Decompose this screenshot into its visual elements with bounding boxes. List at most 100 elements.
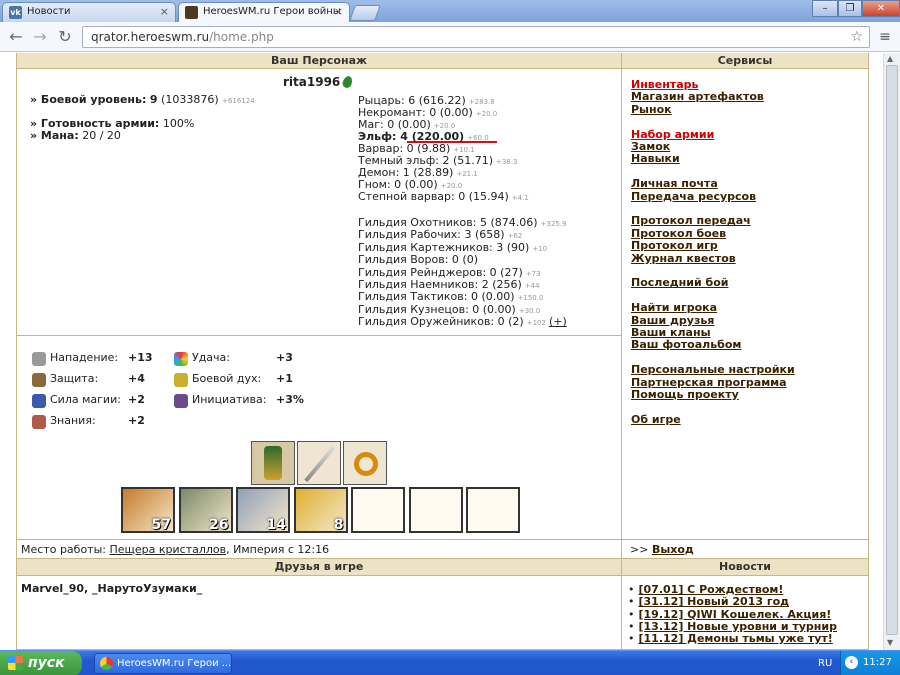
- service-link[interactable]: Последний бой: [631, 276, 728, 289]
- service-link[interactable]: Об игре: [631, 413, 681, 426]
- exit-link[interactable]: Выход: [652, 543, 694, 556]
- guild-row: Гильдия Картежников: 3 (90) +10: [358, 241, 547, 254]
- service-link[interactable]: Набор армии: [631, 128, 714, 141]
- elf-archer-creature[interactable]: 14: [236, 487, 290, 533]
- scrollbar-thumb[interactable]: [886, 65, 898, 635]
- service-link[interactable]: Магазин артефактов: [631, 90, 764, 103]
- service-link[interactable]: Найти игрока: [631, 301, 717, 314]
- amulet-slot[interactable]: [251, 441, 295, 485]
- service-link[interactable]: Передача ресурсов: [631, 190, 756, 203]
- url-path: /home.php: [209, 30, 274, 44]
- workplace-suffix: , Империя с 12:16: [226, 543, 330, 556]
- bullet-icon: •: [628, 595, 635, 609]
- guild-more-link[interactable]: (+): [549, 315, 567, 328]
- faction-delta: +20.0: [433, 122, 456, 130]
- combat-level-value: 9: [149, 93, 158, 106]
- bookmark-star-icon[interactable]: ☆: [850, 27, 863, 47]
- service-link[interactable]: Протокол боев: [631, 227, 726, 240]
- service-link[interactable]: Журнал квестов: [631, 252, 736, 265]
- close-tab-icon[interactable]: ×: [160, 3, 169, 21]
- druid-creature[interactable]: 26: [178, 487, 233, 533]
- back-arrow-icon[interactable]: ←: [6, 27, 26, 47]
- service-link[interactable]: Протокол игр: [631, 239, 718, 252]
- param-value: +3%: [276, 393, 304, 406]
- param-label: Боевой дух:: [192, 372, 262, 385]
- empty-slot[interactable]: [351, 487, 405, 533]
- empty-slot[interactable]: [466, 487, 520, 533]
- start-button[interactable]: пуск: [0, 651, 82, 675]
- empty-slot[interactable]: [408, 487, 463, 533]
- workplace-prefix: Место работы:: [21, 543, 106, 556]
- close-tab-icon[interactable]: ×: [334, 3, 343, 21]
- faction-delta: +21.1: [456, 170, 478, 178]
- character-name[interactable]: rita1996: [283, 75, 340, 89]
- menu-icon[interactable]: ≡: [877, 29, 893, 45]
- bullet-icon: •: [628, 619, 635, 633]
- guild-row: Гильдия Наемников: 2 (256) +44: [358, 278, 540, 291]
- weapon-slot[interactable]: [297, 441, 341, 485]
- guild-delta: +325.9: [540, 220, 567, 228]
- param-value: +1: [276, 372, 293, 385]
- news-link[interactable]: [31.12] Новый 2013 год: [639, 595, 790, 608]
- restore-button[interactable]: ❐: [838, 0, 862, 17]
- news-link[interactable]: [19.12] QIWI Кошелек. Акция!: [639, 608, 832, 621]
- navigation-bar: ← → ↻ qrator.heroeswm.ru/home.php ☆ ≡: [0, 22, 900, 52]
- tray-arrow-icon[interactable]: ‹: [845, 656, 858, 669]
- url-host: qrator.heroeswm.ru: [91, 30, 210, 44]
- friends-list[interactable]: Marvel_90, _НарутоУзумаки_: [21, 582, 202, 595]
- news-link[interactable]: [07.01] С Рождеством!: [639, 583, 784, 596]
- service-link[interactable]: Персональные настройки: [631, 363, 795, 376]
- taskbar-item-browser[interactable]: HeroesWM.ru Герои ...: [94, 653, 232, 674]
- service-link[interactable]: Ваши кланы: [631, 326, 711, 339]
- workplace-link[interactable]: Пещера кристаллов: [109, 543, 226, 556]
- address-bar[interactable]: qrator.heroeswm.ru/home.php ☆: [82, 26, 870, 48]
- service-link[interactable]: Протокол передач: [631, 214, 751, 227]
- reload-icon[interactable]: ↻: [55, 27, 75, 47]
- tab-heroeswm[interactable]: HeroesWM.ru Герои войны ×: [178, 2, 350, 22]
- new-tab-button[interactable]: [349, 5, 381, 21]
- page-content: Ваш Персонаж Сервисы rita1996 » Боевой у…: [0, 53, 900, 650]
- guild-delta: +62: [507, 232, 523, 241]
- service-link[interactable]: Инвентарь: [631, 78, 698, 91]
- service-link[interactable]: Партнерская программа: [631, 376, 787, 389]
- scroll-down-icon[interactable]: ▼: [887, 638, 893, 647]
- sprite-creature[interactable]: 8: [293, 487, 348, 533]
- language-indicator[interactable]: RU: [818, 651, 832, 675]
- service-link[interactable]: Навыки: [631, 152, 680, 165]
- guild-row: Гильдия Охотников: 5 (874.06) +325.9: [358, 216, 566, 229]
- service-link[interactable]: Рынок: [631, 103, 672, 116]
- guild-text: Гильдия Тактиков: 0 (0.00): [358, 290, 515, 304]
- guild-text: Гильдия Картежников: 3 (90): [358, 240, 530, 254]
- guild-text: Гильдия Рабочих: 3 (658): [358, 228, 505, 242]
- news-item: • [31.12] Новый 2013 год: [628, 595, 789, 608]
- tab-strip: vk Новости × HeroesWM.ru Герои войны × –…: [0, 0, 900, 22]
- scrollbar[interactable]: ▲ ▼: [883, 53, 900, 650]
- mana-label: » Мана:: [30, 129, 79, 142]
- bullet-icon: •: [628, 583, 635, 596]
- character-header: Ваш Персонаж: [17, 53, 621, 69]
- faction-delta: +38.3: [496, 158, 518, 166]
- creature-count: 14: [266, 517, 286, 533]
- minimize-button[interactable]: –: [812, 0, 838, 17]
- service-link[interactable]: Личная почта: [631, 177, 718, 190]
- forward-arrow-icon[interactable]: →: [30, 27, 50, 47]
- guild-text: Гильдия Воров: 0 (0): [358, 253, 478, 267]
- tab-news[interactable]: vk Новости ×: [2, 2, 176, 22]
- news-link[interactable]: [13.12] Новые уровни и турнир: [639, 620, 837, 633]
- news-link[interactable]: [11.12] Демоны тьмы уже тут!: [639, 632, 833, 645]
- friends-header: Друзья в игре: [17, 558, 621, 576]
- tab-label: Новости: [27, 6, 71, 17]
- service-link[interactable]: Помощь проекту: [631, 388, 739, 401]
- elf-creature[interactable]: 57: [121, 487, 175, 533]
- close-window-button[interactable]: ✕: [862, 0, 900, 17]
- ring-slot[interactable]: [343, 441, 387, 485]
- combat-level: » Боевой уровень: 9 (1033876) +616124: [30, 93, 255, 106]
- bullet-icon: •: [628, 607, 635, 621]
- wand-icon: [32, 394, 46, 408]
- service-link[interactable]: Ваш фотоальбом: [631, 338, 741, 351]
- param-label: Сила магии:: [50, 393, 121, 406]
- service-link[interactable]: Ваши друзья: [631, 314, 714, 327]
- param-label: Инициатива:: [192, 393, 267, 406]
- scroll-up-icon[interactable]: ▲: [887, 54, 893, 63]
- service-link[interactable]: Замок: [631, 140, 670, 153]
